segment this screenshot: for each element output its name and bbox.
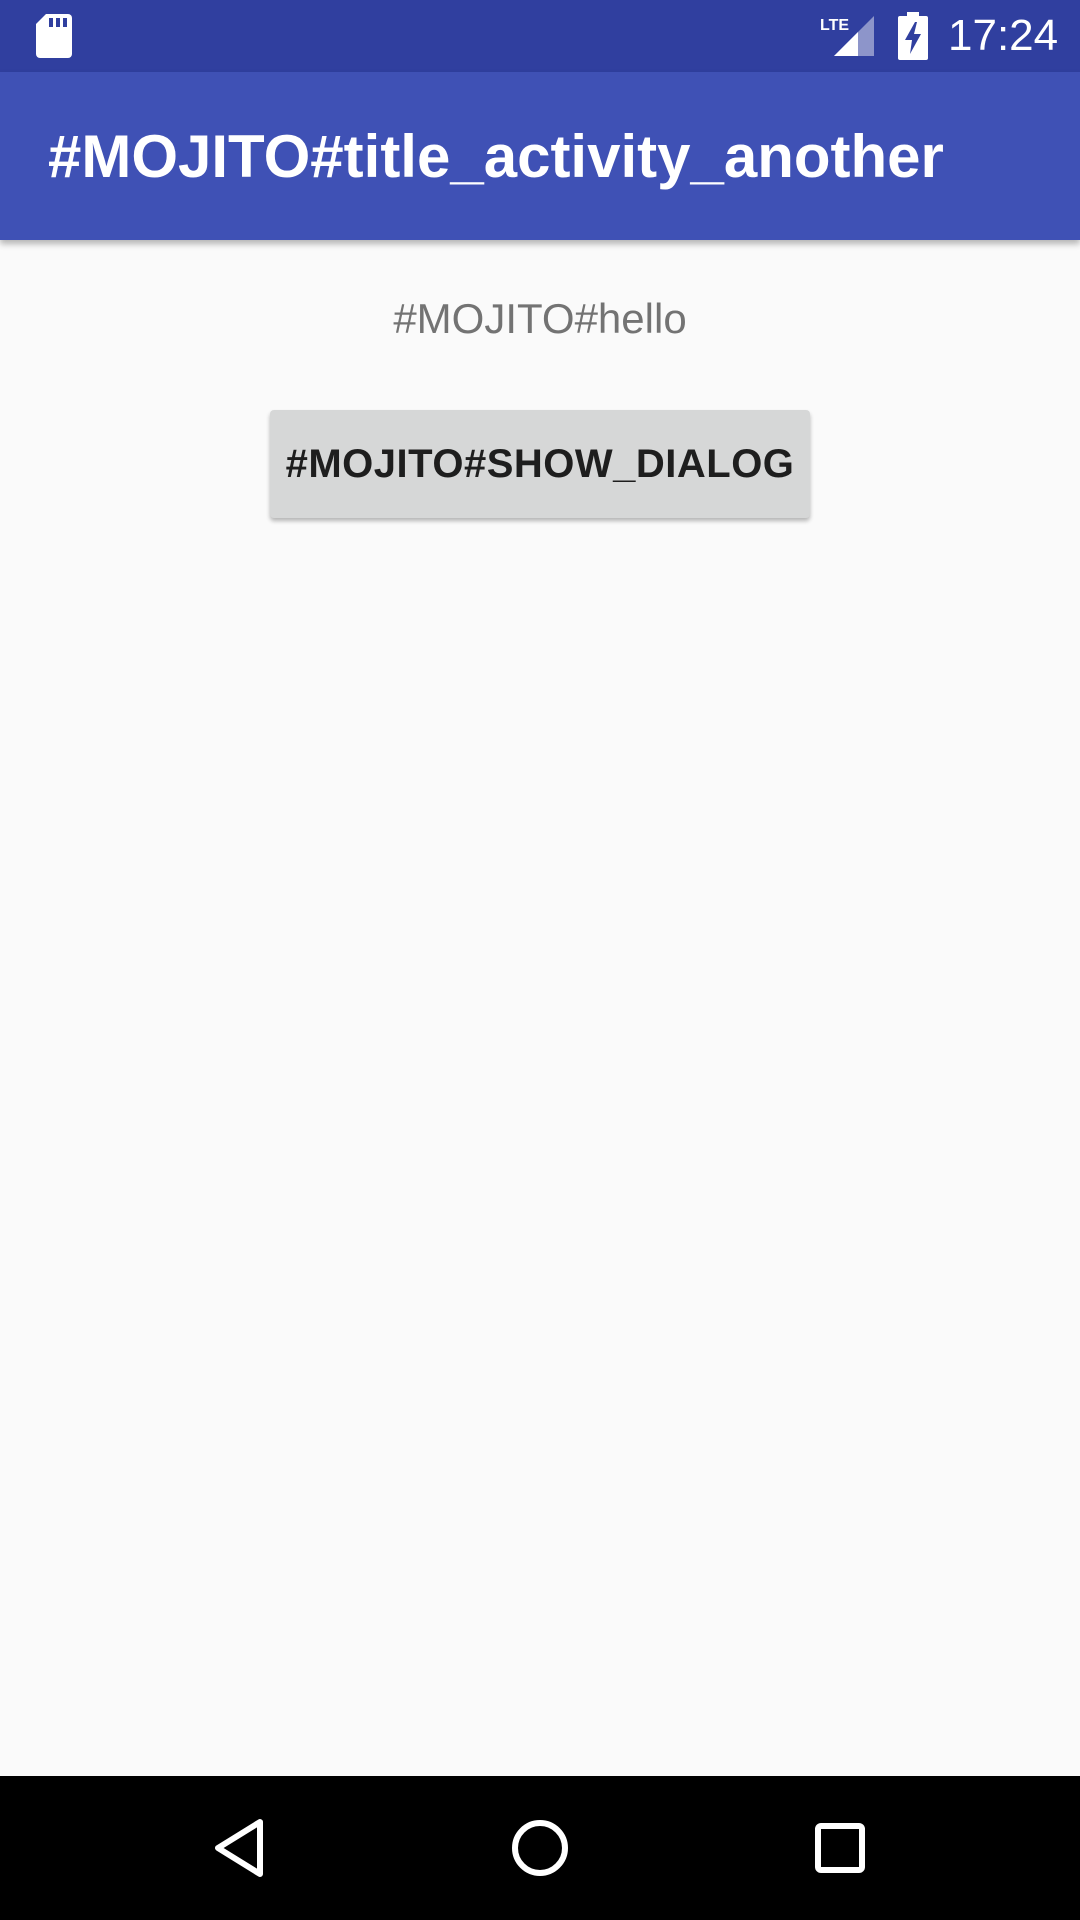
svg-text:LTE: LTE (820, 17, 849, 34)
status-time: 17:24 (948, 11, 1059, 60)
home-icon[interactable] (504, 1812, 576, 1884)
lte-signal-icon: LTE (820, 16, 874, 56)
sd-card-icon (36, 14, 72, 58)
hello-text: #MOJITO#hello (393, 295, 687, 342)
navigation-bar (0, 1776, 1080, 1920)
recent-apps-icon[interactable] (804, 1812, 876, 1884)
main-content: #MOJITO#hello #MOJITO#SHOW_DIALOG (0, 240, 1080, 1776)
app-bar: #MOJITO#title_activity_another (0, 72, 1080, 240)
battery-charging-icon (898, 12, 928, 60)
show-dialog-button[interactable]: #MOJITO#SHOW_DIALOG (270, 410, 810, 518)
status-bar: LTE 17:24 (0, 0, 1080, 72)
back-icon[interactable] (204, 1812, 276, 1884)
page-title: #MOJITO#title_activity_another (48, 123, 944, 190)
